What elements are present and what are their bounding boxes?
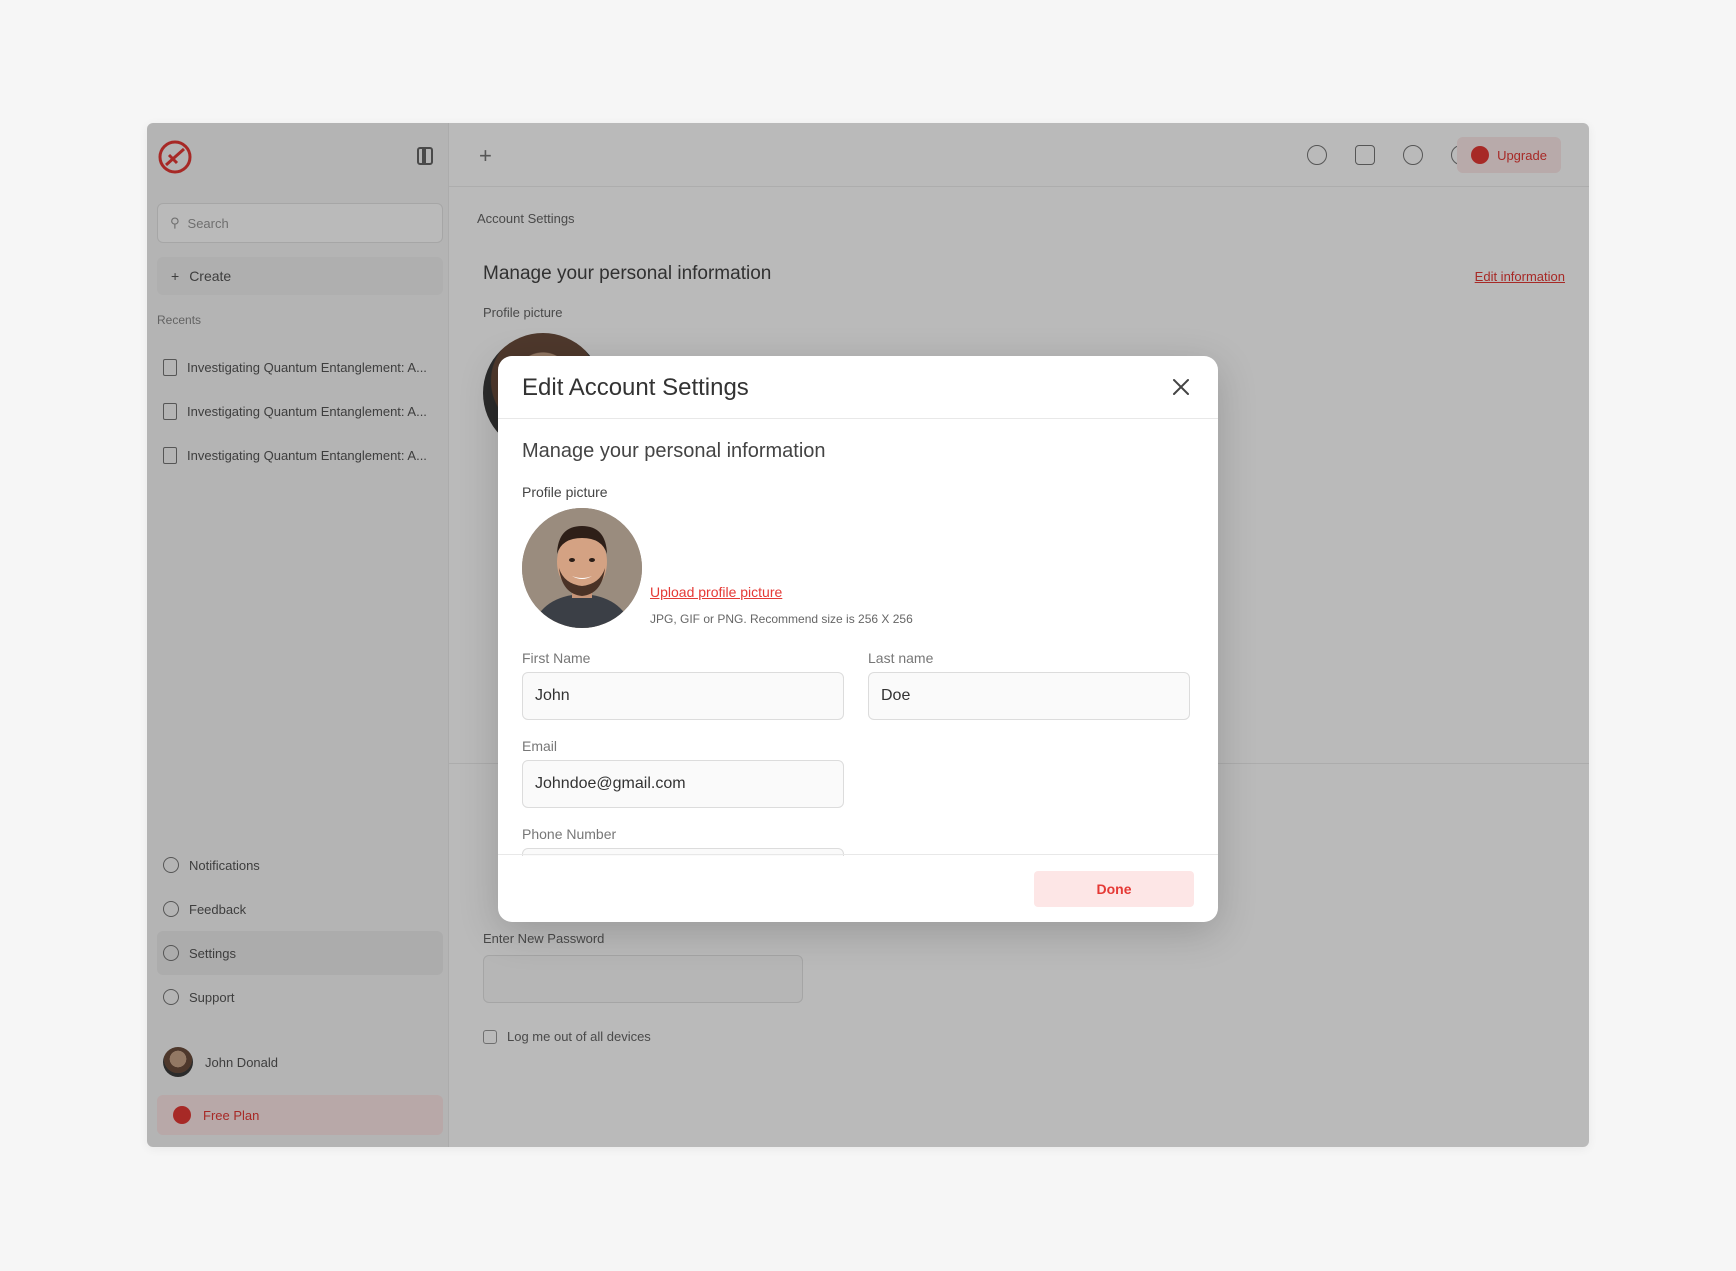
upload-profile-picture-link[interactable]: Upload profile picture [650, 584, 782, 600]
email-input[interactable]: Johndoe@gmail.com [522, 760, 844, 808]
profile-photo [522, 508, 642, 628]
email-field: Email Johndoe@gmail.com [522, 738, 844, 808]
modal-body[interactable]: Manage your personal information Profile… [498, 420, 1218, 856]
section-title: Manage your personal information [522, 440, 826, 462]
edit-account-modal: Edit Account Settings Manage your person… [498, 356, 1218, 922]
last-name-field: Last name Doe [868, 650, 1190, 720]
close-button[interactable] [1166, 372, 1196, 402]
last-name-label: Last name [868, 650, 934, 666]
modal-title: Edit Account Settings [522, 374, 749, 401]
done-button[interactable]: Done [1034, 871, 1194, 907]
profile-photo-image [522, 508, 642, 628]
first-name-label: First Name [522, 650, 591, 666]
email-label: Email [522, 738, 558, 754]
first-name-input[interactable]: John [522, 672, 844, 720]
upload-hint: JPG, GIF or PNG. Recommend size is 256 X… [650, 612, 913, 626]
close-icon [1173, 379, 1189, 395]
profile-picture-label: Profile picture [522, 484, 608, 500]
last-name-input[interactable]: Doe [868, 672, 1190, 720]
first-name-field: First Name John [522, 650, 844, 720]
modal-header: Edit Account Settings [498, 356, 1218, 419]
modal-footer: Done [498, 854, 1218, 922]
phone-label: Phone Number [522, 826, 617, 842]
phone-field: Phone Number [522, 826, 844, 856]
